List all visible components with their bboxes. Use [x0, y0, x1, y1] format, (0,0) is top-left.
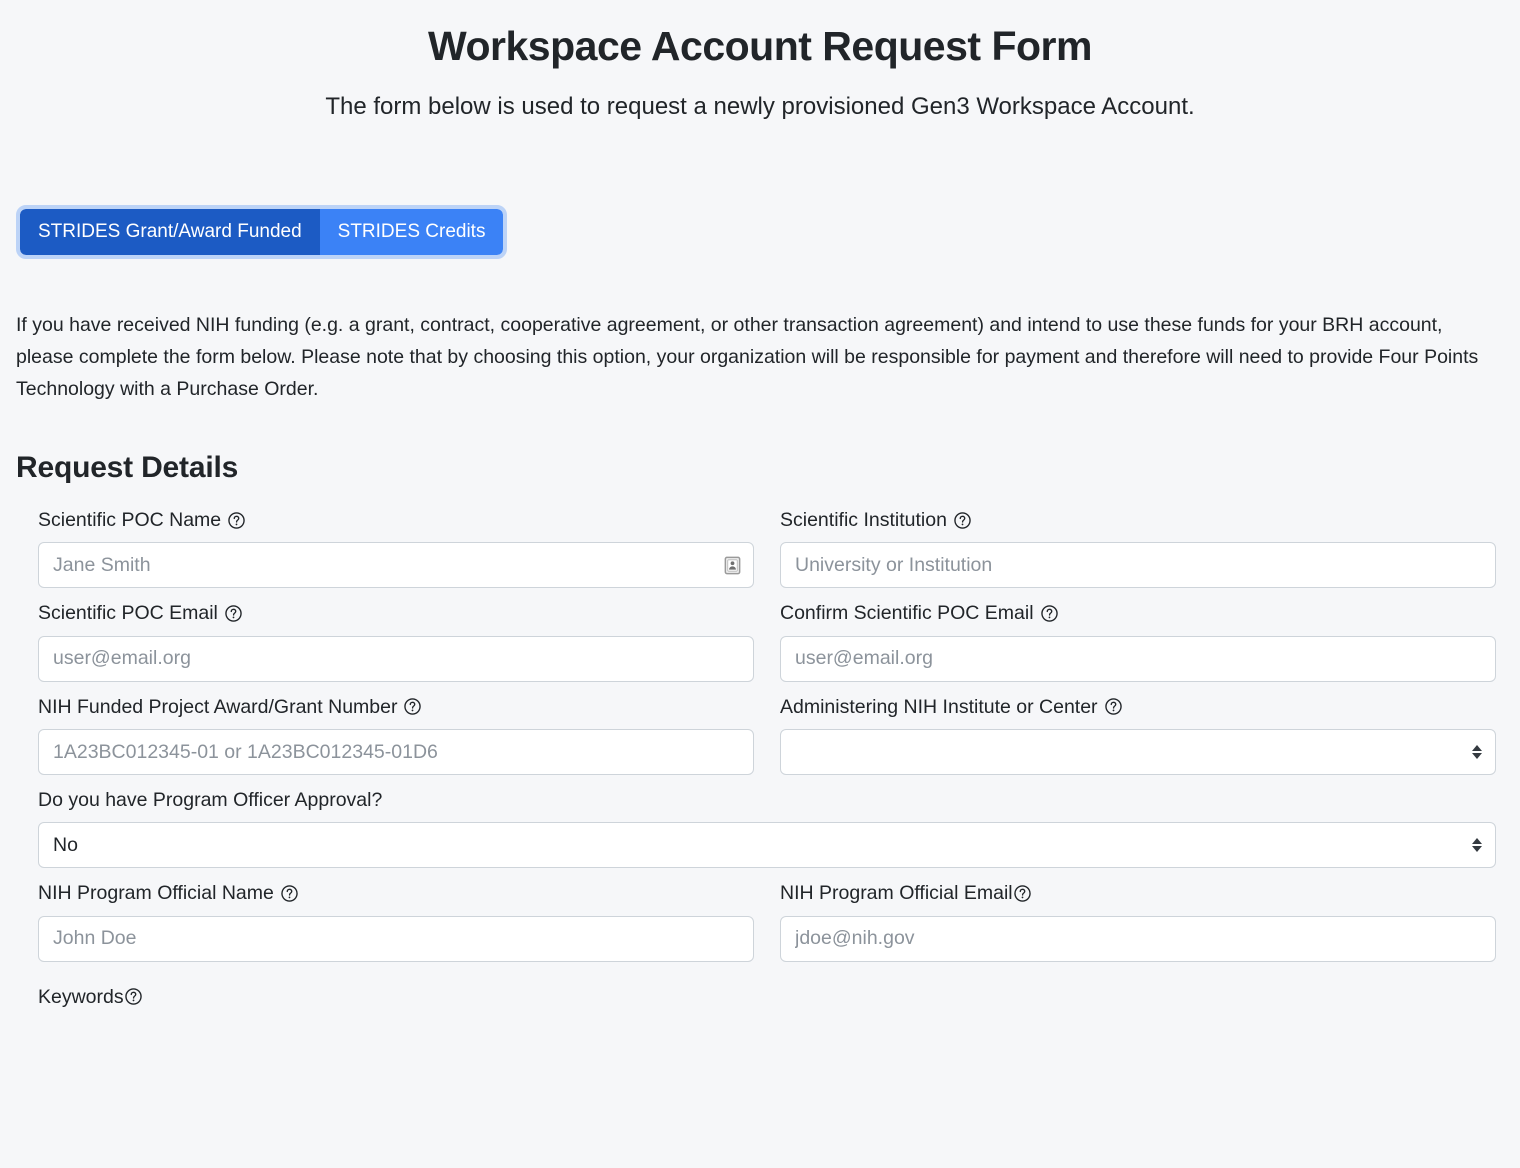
form-row: Scientific POC Name Jane Smith Scientifi…	[38, 507, 1498, 600]
input-wrap	[38, 729, 754, 776]
question-circle-icon[interactable]	[404, 698, 422, 716]
question-circle-icon[interactable]	[1013, 885, 1031, 902]
field-nih-grant-number: NIH Funded Project Award/Grant Number	[38, 694, 754, 776]
tab-bar: STRIDES Grant/Award Funded STRIDES Credi…	[15, 205, 1504, 260]
input-wrap	[780, 542, 1496, 589]
field-label-text: Scientific Institution	[780, 509, 947, 532]
field-nih-program-official-name: NIH Program Official Name	[38, 880, 754, 962]
input-wrap	[780, 915, 1496, 962]
tab-group: STRIDES Grant/Award Funded STRIDES Credi…	[15, 205, 508, 260]
field-label: NIH Program Official Email	[780, 880, 1496, 906]
question-circle-icon[interactable]	[1104, 698, 1122, 716]
section-title-request-details: Request Details	[16, 451, 239, 485]
form-row: Scientific POC Email Confirm Scientific …	[38, 600, 1498, 693]
field-label-text: NIH Funded Project Award/Grant Number	[38, 695, 398, 718]
input-wrap	[38, 542, 754, 589]
field-keywords: Keywords	[38, 984, 1496, 1010]
input-wrap	[38, 635, 754, 682]
form-row: Do you have Program Officer Approval? No	[38, 787, 1498, 880]
field-label: Scientific POC Email	[38, 600, 754, 626]
field-program-officer-approval: Do you have Program Officer Approval? No	[38, 787, 1496, 869]
field-nih-program-official-email: NIH Program Official Email	[780, 880, 1496, 962]
question-circle-icon[interactable]	[228, 512, 245, 529]
field-label-text: NIH Program Official Email	[780, 882, 1013, 905]
field-label-text: Administering NIH Institute or Center	[780, 695, 1098, 718]
nih-program-official-email-input[interactable]	[780, 915, 1496, 962]
field-administering-nih-institute: Administering NIH Institute or Center	[780, 694, 1496, 776]
contact-card-autofill-icon[interactable]	[722, 555, 742, 575]
page-title: Workspace Account Request Form	[428, 23, 1092, 69]
scientific-institution-input[interactable]	[780, 542, 1496, 589]
field-label: Administering NIH Institute or Center	[780, 694, 1496, 720]
field-label-text: NIH Program Official Name	[38, 882, 274, 905]
field-scientific-institution: Scientific Institution	[780, 507, 1496, 589]
field-label: NIH Program Official Name	[38, 880, 754, 906]
request-details-form: Scientific POC Name Jane Smith Scientifi…	[16, 507, 1504, 1022]
field-label-text: Do you have Program Officer Approval?	[38, 789, 383, 812]
select-wrap: No	[38, 822, 1496, 869]
administering-nih-institute-select[interactable]	[780, 729, 1496, 776]
field-label: NIH Funded Project Award/Grant Number	[38, 694, 754, 720]
field-scientific-poc-name: Scientific POC Name	[38, 507, 754, 589]
question-circle-icon[interactable]	[225, 605, 242, 622]
form-row: NIH Funded Project Award/Grant Number Ad…	[38, 694, 1498, 787]
field-label: Confirm Scientific POC Email	[780, 600, 1496, 626]
confirm-scientific-poc-email-input[interactable]	[780, 635, 1496, 682]
tab-strides-grant-award-funded[interactable]: STRIDES Grant/Award Funded	[20, 209, 320, 256]
field-label: Scientific Institution	[780, 507, 1496, 533]
form-col: NIH Program Official Email	[780, 880, 1496, 973]
field-label: Keywords	[38, 984, 1496, 1010]
nih-grant-number-input[interactable]	[38, 729, 754, 776]
page-root: Workspace Account Request Form The form …	[0, 22, 1520, 1022]
form-col: Scientific POC Name	[38, 507, 754, 600]
field-label: Scientific POC Name	[38, 507, 754, 533]
scientific-poc-email-input[interactable]	[38, 635, 754, 682]
form-col: Scientific POC Email	[38, 600, 754, 693]
form-col: Administering NIH Institute or Center	[780, 694, 1496, 787]
form-col: Do you have Program Officer Approval? No	[38, 787, 1496, 880]
question-circle-icon[interactable]	[954, 512, 971, 529]
field-label-text: Scientific POC Email	[38, 602, 218, 625]
nih-program-official-name-input[interactable]	[38, 915, 754, 962]
field-confirm-scientific-poc-email: Confirm Scientific POC Email	[780, 600, 1496, 682]
tab-strides-credits[interactable]: STRIDES Credits	[319, 209, 504, 256]
scientific-poc-name-input[interactable]	[38, 542, 754, 589]
question-circle-icon[interactable]	[1040, 605, 1058, 622]
page-subtitle: The form below is used to request a newl…	[325, 93, 1195, 121]
form-col: Keywords	[38, 984, 1496, 1022]
input-wrap	[38, 915, 754, 962]
field-scientific-poc-email: Scientific POC Email	[38, 600, 754, 682]
input-wrap	[780, 635, 1496, 682]
field-label: Do you have Program Officer Approval?	[38, 787, 1496, 813]
form-col: NIH Funded Project Award/Grant Number	[38, 694, 754, 787]
program-officer-approval-select[interactable]: No	[38, 822, 1496, 869]
question-circle-icon[interactable]	[124, 988, 142, 1006]
form-col: Confirm Scientific POC Email	[780, 600, 1496, 693]
form-row: NIH Program Official Name NIH Program Of…	[38, 880, 1498, 973]
field-label-text: Confirm Scientific POC Email	[780, 602, 1034, 625]
form-row: Keywords	[38, 984, 1498, 1022]
select-wrap	[780, 729, 1496, 776]
intro-paragraph: If you have received NIH funding (e.g. a…	[16, 314, 1479, 400]
question-circle-icon[interactable]	[281, 885, 298, 902]
form-col: Scientific Institution	[780, 507, 1496, 600]
field-label-text: Scientific POC Name	[38, 509, 222, 532]
form-col: NIH Program Official Name	[38, 880, 754, 973]
field-label-text: Keywords	[38, 985, 124, 1008]
